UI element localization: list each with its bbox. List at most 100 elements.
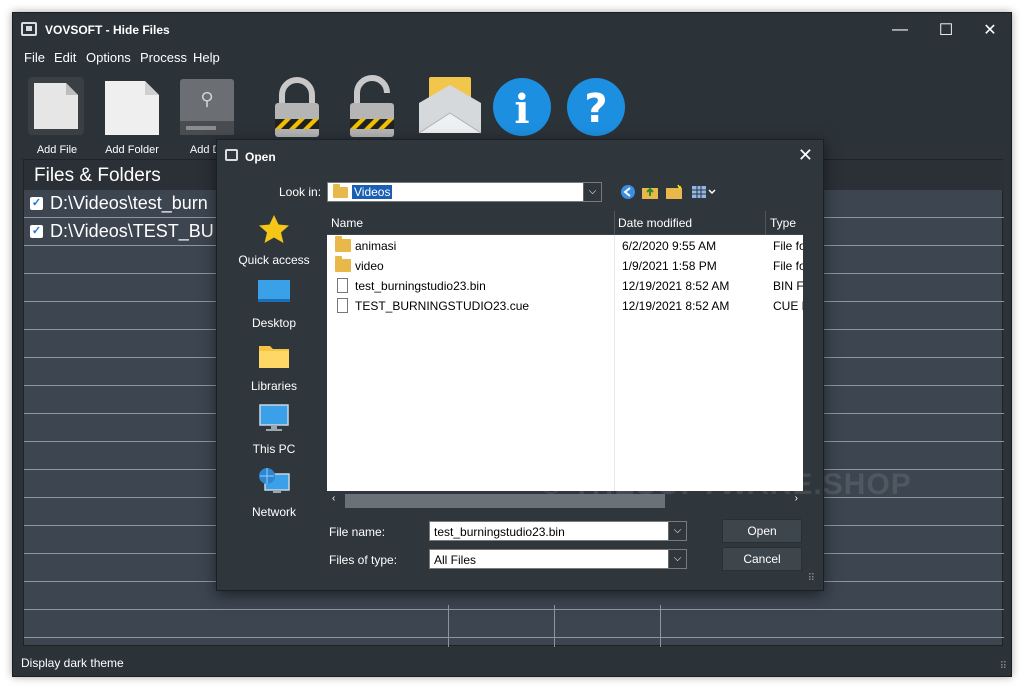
dialog-close-button[interactable]: ✕: [798, 145, 813, 166]
status-text: Display dark theme: [21, 656, 124, 670]
place-quick-access[interactable]: Quick access: [235, 210, 313, 270]
resize-grip-icon[interactable]: ⠿: [1000, 661, 1007, 672]
file-list[interactable]: Name Date modified Type animasi 6/2/2020…: [327, 211, 803, 511]
chevron-down-icon[interactable]: ⌵: [668, 550, 686, 568]
list-item[interactable]: video 1/9/2021 1:58 PM File fo: [327, 256, 803, 276]
close-button[interactable]: ✕: [967, 13, 1011, 47]
new-folder-icon[interactable]: [665, 184, 683, 200]
file-type: File fo: [773, 239, 803, 253]
lock-open-icon: [350, 75, 394, 137]
place-label: Desktop: [251, 316, 297, 330]
info-icon: i: [493, 78, 551, 136]
menu-bar: File Edit Options Process Help: [13, 47, 1011, 69]
column-divider: [660, 605, 661, 647]
file-name-label: File name:: [329, 525, 386, 539]
column-divider[interactable]: [765, 211, 766, 235]
drive-icon: ⚲: [180, 79, 234, 135]
svg-text:i: i: [514, 86, 529, 133]
title-bar: VOVSOFT - Hide Files — ☐ ✕: [13, 13, 1011, 47]
file-date: 12/19/2021 8:52 AM: [622, 279, 730, 293]
menu-help[interactable]: Help: [193, 50, 220, 65]
view-menu-icon[interactable]: [691, 184, 717, 200]
dialog-title-bar: Open ✕: [217, 140, 823, 172]
file-name: video: [355, 259, 384, 273]
dialog-monitor-icon: [225, 149, 238, 161]
app-title: VOVSOFT - Hide Files: [45, 23, 170, 37]
file-type: File fo: [773, 259, 803, 273]
file-name: test_burningstudio23.bin: [355, 279, 486, 293]
file-list-header: Name Date modified Type: [327, 211, 803, 235]
places-bar: Quick access Desktop Libraries This PC N…: [235, 210, 313, 540]
document-icon: [337, 278, 348, 293]
place-desktop[interactable]: Desktop: [235, 273, 313, 333]
files-of-type-value: All Files: [434, 553, 477, 567]
file-date: 1/9/2021 1:58 PM: [622, 259, 717, 273]
menu-process[interactable]: Process: [140, 50, 187, 65]
chevron-left-icon[interactable]: ‹: [332, 493, 335, 504]
add-folder-button[interactable]: Add Folder: [97, 75, 167, 159]
place-this-pc[interactable]: This PC: [235, 399, 313, 459]
checkbox[interactable]: ✓: [30, 197, 43, 210]
file-name: animasi: [355, 239, 397, 253]
up-folder-icon[interactable]: [641, 184, 659, 200]
file-type: CUE F: [773, 299, 803, 313]
dialog-title: Open: [245, 150, 276, 164]
file-date: 6/2/2020 9:55 AM: [622, 239, 717, 253]
open-dialog: Open ✕ Look in: Videos ⌵ Quick access De…: [216, 139, 911, 591]
svg-text:⚲: ⚲: [200, 89, 213, 110]
look-in-combo[interactable]: Videos ⌵: [327, 182, 602, 202]
look-in-value: Videos: [352, 185, 393, 199]
column-type[interactable]: Type: [770, 216, 796, 230]
place-label: Quick access: [238, 253, 310, 267]
cancel-button[interactable]: Cancel: [722, 547, 802, 571]
app-monitor-icon: [21, 22, 37, 36]
place-label: This PC: [252, 442, 296, 456]
file-date: 12/19/2021 8:52 AM: [622, 299, 730, 313]
list-item[interactable]: animasi 6/2/2020 9:55 AM File fo: [327, 236, 803, 256]
envelope-icon: [418, 77, 482, 134]
minimize-button[interactable]: —: [877, 13, 923, 47]
column-divider: [554, 605, 555, 647]
file-name-input[interactable]: test_burningstudio23.bin ⌵: [429, 521, 687, 541]
chevron-down-icon[interactable]: ⌵: [583, 183, 601, 201]
network-icon: [259, 468, 290, 493]
file-name-value: test_burningstudio23.bin: [434, 525, 565, 539]
file-type: BIN F: [773, 279, 803, 293]
place-network[interactable]: Network: [235, 462, 313, 522]
table-row: [24, 610, 1004, 638]
add-folder-label: Add Folder: [105, 144, 159, 156]
menu-edit[interactable]: Edit: [54, 50, 76, 65]
file-name: TEST_BURNINGSTUDIO23.cue: [355, 299, 530, 313]
column-date[interactable]: Date modified: [618, 216, 692, 230]
libraries-icon: [259, 346, 289, 368]
files-of-type-select[interactable]: All Files ⌵: [429, 549, 687, 569]
resize-grip-icon[interactable]: ⠿: [808, 573, 815, 584]
add-file-button[interactable]: Add File: [22, 75, 92, 159]
menu-file[interactable]: File: [24, 50, 45, 65]
file-icon: [28, 77, 84, 135]
open-button[interactable]: Open: [722, 519, 802, 543]
panel-title: Files & Folders: [34, 165, 161, 186]
files-of-type-label: Files of type:: [329, 553, 398, 567]
menu-options[interactable]: Options: [86, 50, 131, 65]
computer-icon: [259, 404, 289, 431]
folder-icon: [105, 81, 159, 135]
status-bar: Display dark theme ⠿: [13, 650, 1011, 676]
chevron-down-icon[interactable]: ⌵: [668, 522, 686, 540]
column-divider[interactable]: [614, 211, 615, 235]
maximize-button[interactable]: ☐: [923, 13, 969, 47]
place-libraries[interactable]: Libraries: [235, 336, 313, 396]
list-item[interactable]: test_burningstudio23.bin 12/19/2021 8:52…: [327, 276, 803, 296]
folder-icon: [335, 236, 351, 252]
desktop-icon: [258, 280, 290, 302]
help-icon: ?: [567, 78, 625, 136]
folder-icon: [333, 184, 348, 198]
document-icon: [337, 298, 348, 313]
lock-closed-icon: [275, 77, 319, 137]
back-icon[interactable]: [619, 184, 637, 200]
column-name[interactable]: Name: [331, 216, 363, 230]
watermark: © THESOFTWARE.SHOP: [540, 468, 912, 501]
star-icon: [259, 215, 289, 243]
checkbox[interactable]: ✓: [30, 225, 43, 238]
list-item[interactable]: TEST_BURNINGSTUDIO23.cue 12/19/2021 8:52…: [327, 296, 803, 316]
